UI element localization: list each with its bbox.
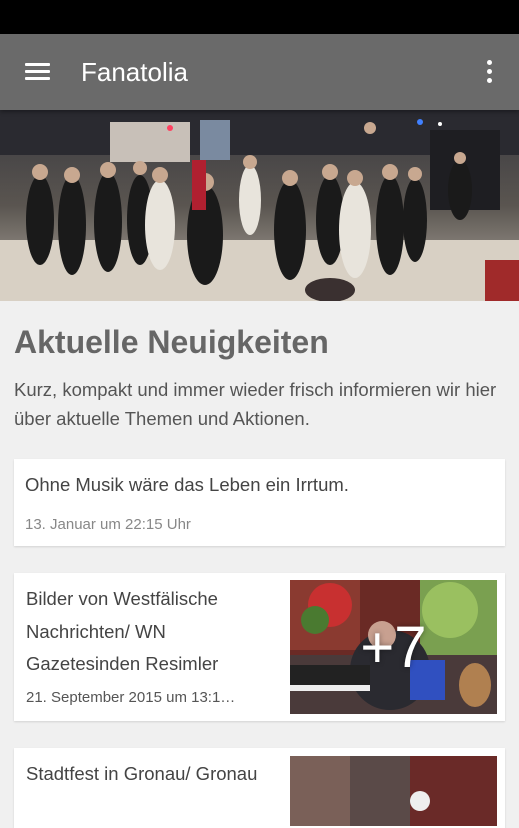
hamburger-menu-icon[interactable] bbox=[18, 56, 58, 88]
news-card[interactable]: Bilder von Westfälische Nachrichten/ WN … bbox=[14, 573, 505, 721]
app-title: Fanatolia bbox=[81, 57, 188, 87]
section-description: Kurz, kompakt und immer wieder frisch in… bbox=[14, 379, 497, 429]
news-title: Bilder von Westfälische Nachrichten/ WN … bbox=[26, 588, 219, 674]
news-title: Stadtfest in Gronau/ Gronau bbox=[26, 763, 258, 784]
more-images-count: +7 bbox=[360, 614, 427, 680]
more-vert-icon[interactable] bbox=[477, 54, 501, 90]
news-card[interactable]: Stadtfest in Gronau/ Gronau bbox=[14, 748, 505, 828]
news-card[interactable]: Ohne Musik wäre das Leben ein Irrtum. 13… bbox=[14, 459, 505, 546]
news-thumbnail[interactable] bbox=[290, 756, 497, 826]
news-date: 13. Januar um 22:15 Uhr bbox=[25, 516, 191, 533]
app-bar: Fanatolia bbox=[0, 34, 519, 110]
news-title: Ohne Musik wäre das Leben ein Irrtum. bbox=[25, 474, 349, 495]
section-title: Aktuelle Neuigkeiten bbox=[14, 324, 329, 360]
status-bar bbox=[0, 0, 519, 34]
hero-image bbox=[0, 110, 519, 301]
news-thumbnail[interactable]: +7 bbox=[290, 580, 497, 714]
news-date: 21. September 2015 um 13:1… bbox=[26, 689, 236, 706]
